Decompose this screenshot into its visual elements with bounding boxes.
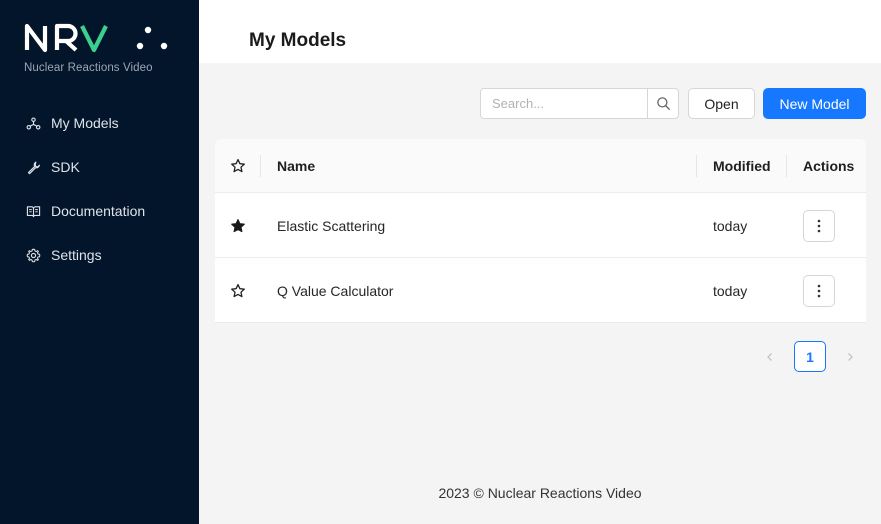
sidebar-item-label: SDK	[51, 159, 80, 175]
more-vertical-icon	[817, 219, 821, 232]
column-header-modified[interactable]: Modified	[713, 139, 771, 193]
gear-icon	[24, 246, 42, 264]
sidebar: Nuclear Reactions Video My Models SDK Do…	[0, 0, 199, 524]
new-model-button[interactable]: New Model	[763, 88, 866, 119]
more-vertical-icon	[817, 284, 821, 297]
table-header: Name Modified Actions	[215, 139, 866, 193]
logo-mark	[24, 23, 168, 53]
column-header-star[interactable]	[230, 139, 246, 193]
pagination-next-button[interactable]	[834, 341, 866, 372]
table-row[interactable]: Q Value Calculator today	[215, 258, 866, 323]
row-actions-button[interactable]	[803, 274, 835, 307]
search-box	[480, 88, 679, 119]
column-divider	[786, 155, 787, 177]
column-header-actions: Actions	[803, 158, 855, 174]
sidebar-item-sdk[interactable]: SDK	[0, 145, 199, 189]
models-icon	[24, 114, 42, 132]
book-icon	[24, 202, 42, 220]
column-header-name[interactable]: Name	[277, 139, 315, 193]
sidebar-item-label: Documentation	[51, 203, 146, 219]
page-title: My Models	[249, 30, 347, 51]
brand-tagline: Nuclear Reactions Video	[24, 62, 153, 74]
model-modified: today	[713, 282, 748, 299]
chevron-left-icon	[767, 352, 772, 361]
model-name[interactable]: Q Value Calculator	[277, 258, 393, 323]
wrench-icon	[24, 158, 42, 176]
sidebar-item-label: Settings	[51, 247, 102, 263]
star-outline-icon[interactable]	[230, 283, 246, 299]
sidebar-item-documentation[interactable]: Documentation	[0, 189, 199, 233]
open-button[interactable]: Open	[688, 88, 755, 119]
sidebar-item-settings[interactable]: Settings	[0, 233, 199, 277]
models-table: Name Modified Actions Elastic Scattering…	[215, 139, 866, 323]
search-icon	[656, 97, 670, 111]
star-filled-icon[interactable]	[230, 218, 246, 234]
search-input[interactable]	[481, 89, 647, 118]
column-divider	[260, 155, 261, 177]
sidebar-item-label: My Models	[51, 115, 119, 131]
page-header: My Models	[199, 0, 881, 63]
model-modified: today	[713, 217, 748, 234]
row-actions-button[interactable]	[803, 209, 835, 242]
pagination-prev-button[interactable]	[754, 341, 786, 372]
search-button[interactable]	[647, 89, 678, 118]
star-outline-icon	[231, 158, 245, 173]
model-name[interactable]: Elastic Scattering	[277, 193, 385, 258]
sidebar-nav: My Models SDK Documentation Settings	[0, 101, 199, 277]
chevron-right-icon	[848, 352, 853, 361]
footer-copyright: 2023 © Nuclear Reactions Video	[438, 485, 642, 501]
table-row[interactable]: Elastic Scattering today	[215, 193, 866, 258]
sidebar-item-my-models[interactable]: My Models	[0, 101, 199, 145]
pagination-page-button[interactable]: 1	[794, 341, 826, 372]
column-divider	[696, 155, 697, 177]
